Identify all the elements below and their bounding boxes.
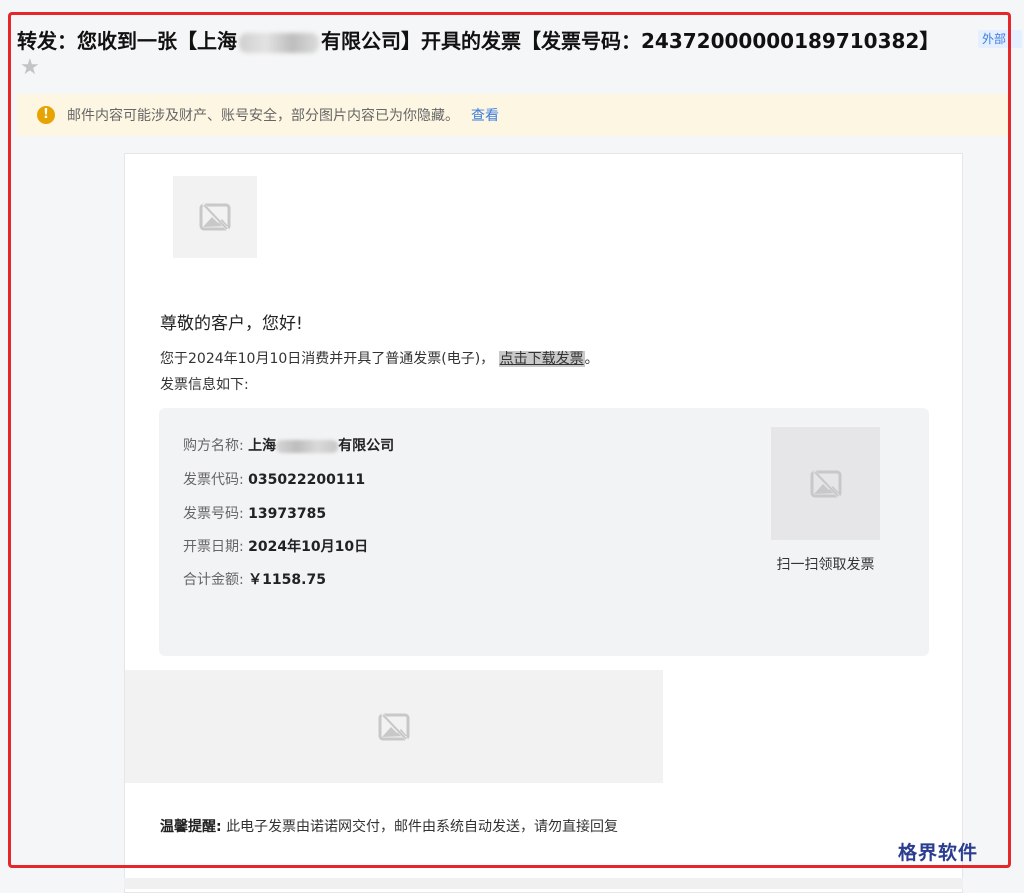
invoice-code-label: 发票代码: <box>183 472 244 488</box>
invoice-number-row: 发票号码: 13973785 <box>183 503 326 523</box>
broken-image-icon <box>199 202 231 232</box>
buyer-row: 购方名称: 上海 有限公司 <box>183 435 394 455</box>
footer-strip <box>124 878 963 889</box>
security-notice: ! 邮件内容可能涉及财产、账号安全，部分图片内容已为你隐藏。 查看 <box>17 94 1011 136</box>
external-tag: 外部 <box>978 30 1022 48</box>
invoice-code-row: 发票代码: 035022200111 <box>183 469 365 489</box>
buyer-label: 购方名称: <box>183 438 244 454</box>
reminder-body: 此电子发票由诺诺网交付，邮件由系统自动发送，请勿直接回复 <box>226 819 619 835</box>
invoice-total-row: 合计金额: ￥1158.75 <box>183 569 326 589</box>
invoice-number-label: 发票号码: <box>183 506 244 522</box>
invoice-notice-end: 。 <box>584 351 599 367</box>
reminder-title: 温馨提醒: <box>160 819 222 835</box>
redacted-buyer-name <box>276 439 339 453</box>
broken-image-icon <box>810 469 841 498</box>
redacted-company-name <box>239 32 319 53</box>
view-hidden-images-link[interactable]: 查看 <box>471 105 499 125</box>
qr-caption: 扫一扫领取发票 <box>776 557 875 573</box>
logo-image-placeholder <box>173 176 257 258</box>
invoice-info-intro: 发票信息如下: <box>160 377 249 393</box>
email-body-card: 尊敬的客户，您好! 您于2024年10月10日消费并开具了普通发票(电子)， 点… <box>124 153 963 893</box>
invoice-number-value: 13973785 <box>248 506 327 522</box>
reminder-text: 温馨提醒: 此电子发票由诺诺网交付，邮件由系统自动发送，请勿直接回复 <box>160 816 618 836</box>
greeting: 尊敬的客户，您好! <box>160 314 303 334</box>
notice-text: 邮件内容可能涉及财产、账号安全，部分图片内容已为你隐藏。 <box>67 108 459 124</box>
download-invoice-link[interactable]: 点击下载发票 <box>498 351 585 367</box>
invoice-total-value: ￥1158.75 <box>248 572 326 588</box>
buyer-value-suffix: 有限公司 <box>338 438 395 454</box>
star-icon[interactable]: ★ <box>20 56 40 80</box>
warning-icon: ! <box>37 106 55 124</box>
qr-code-placeholder[interactable] <box>771 427 880 540</box>
invoice-info-box: 购方名称: 上海 有限公司 发票代码: 035022200111 发票号码: 13… <box>159 408 929 656</box>
broken-image-icon <box>378 712 410 741</box>
invoice-date-value: 2024年10月10日 <box>248 539 369 555</box>
buyer-value: 上海 有限公司 <box>248 438 394 454</box>
invoice-total-label: 合计金额: <box>183 572 244 588</box>
subject-suffix: 有限公司】开具的发票【发票号码：24372000000189710382】 <box>321 29 940 53</box>
invoice-date-row: 开票日期: 2024年10月10日 <box>183 536 368 556</box>
invoice-code-value: 035022200111 <box>248 472 366 488</box>
invoice-notice-text: 您于2024年10月10日消费并开具了普通发票(电子)， <box>160 351 495 367</box>
watermark: 格界软件 <box>898 842 979 864</box>
subject-prefix: 转发：您收到一张【上海 <box>17 29 237 53</box>
invoice-notice-line: 您于2024年10月10日消费并开具了普通发票(电子)， 点击下载发票。 <box>160 348 599 368</box>
buyer-value-prefix: 上海 <box>248 438 277 454</box>
email-subject: 转发：您收到一张【上海 有限公司】开具的发票【发票号码：2437200000018… <box>17 26 939 56</box>
invoice-date-label: 开票日期: <box>183 539 244 555</box>
banner-image-placeholder <box>125 670 663 783</box>
